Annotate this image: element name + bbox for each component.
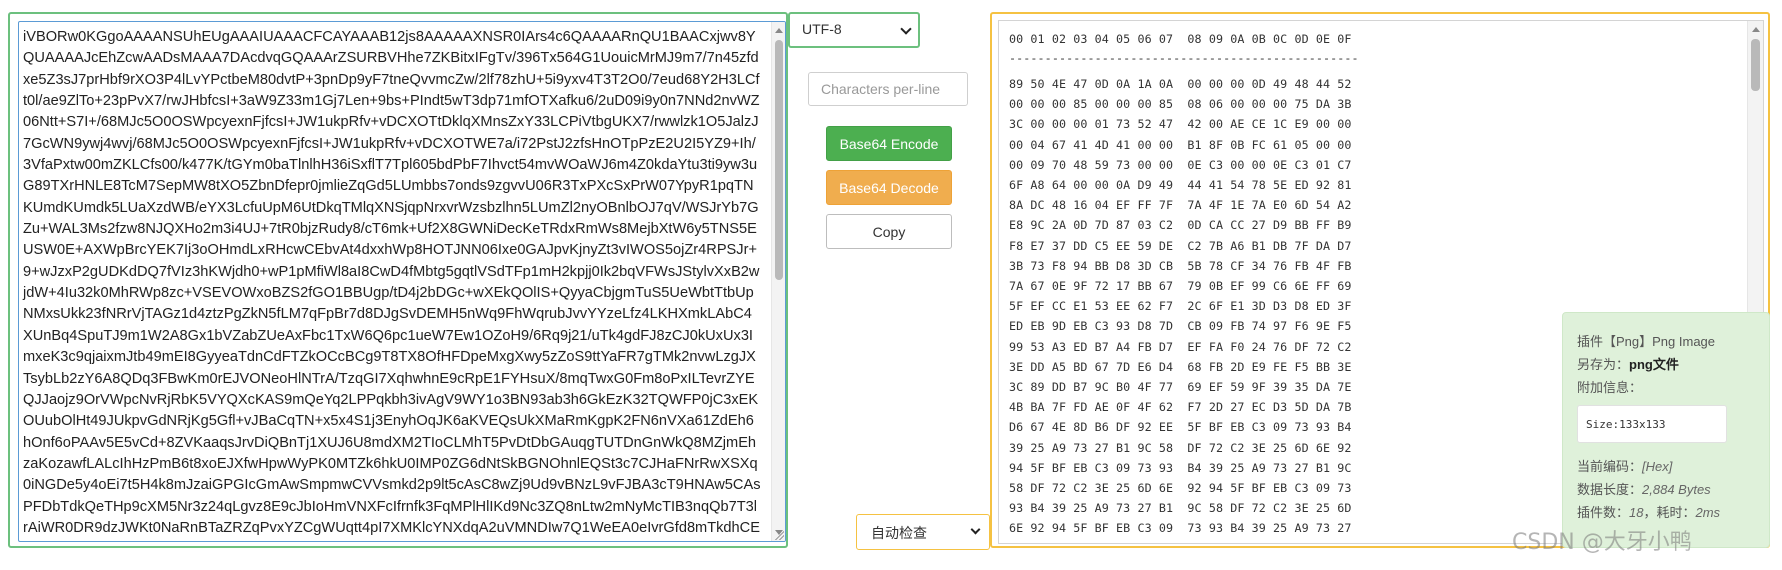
- save-as-line: 另存为：png文件: [1577, 354, 1679, 373]
- hex-row: 39 25 A9 73 27 B1 9C 58 DF 72 C2 3E 25 6…: [1009, 440, 1352, 455]
- extra-info-label: 附加信息：: [1577, 380, 1643, 395]
- encoding-label: 当前编码：: [1577, 459, 1643, 474]
- auto-detect-value: 自动检查: [871, 525, 927, 541]
- base64-decode-button[interactable]: Base64 Decode: [826, 170, 952, 205]
- length-label: 数据长度：: [1577, 482, 1643, 497]
- hex-row: 93 B4 39 25 A9 73 27 B1 9C 58 DF 72 C2 3…: [1009, 501, 1352, 516]
- time-label: ，耗时：: [1643, 505, 1696, 520]
- charset-select[interactable]: UTF-8: [788, 12, 920, 48]
- hex-row: 94 5F BF EB C3 09 73 93 B4 39 25 A9 73 2…: [1009, 460, 1352, 475]
- hex-row: 8A DC 48 16 04 EF FF 7F 7A 4F 1E 7A E0 6…: [1009, 198, 1352, 213]
- time-value: 2ms: [1695, 505, 1721, 520]
- hex-row: 3C 00 00 00 01 73 52 47 42 00 AE CE 1C E…: [1009, 117, 1352, 132]
- hex-row: 4B BA 7F FD AE 0F 4F 62 F7 2D 27 EC D3 5…: [1009, 400, 1352, 415]
- resize-grip-icon[interactable]: [774, 530, 784, 540]
- copy-button[interactable]: Copy: [826, 214, 952, 249]
- base64-text[interactable]: iVBORw0KGgoAAAANSUhEUgAAAIUAAACFCAYAAAB1…: [21, 27, 761, 537]
- hex-row: 58 DF 72 C2 3E 25 6D 6E 92 94 5F BF EB C…: [1009, 481, 1352, 495]
- base64-panel: iVBORw0KGgoAAAANSUhEUgAAAIUAAACFCAYAAAB1…: [8, 12, 788, 548]
- scroll-up-icon[interactable]: [1752, 27, 1760, 32]
- watermark: CSDN @大牙小鸭: [1512, 530, 1692, 555]
- scroll-thumb[interactable]: [775, 40, 783, 280]
- hex-row: 00 04 67 41 4D 41 00 00 B1 8F 0B FC 61 0…: [1009, 137, 1352, 152]
- scroll-up-icon[interactable]: [775, 28, 783, 33]
- plugins-label: 插件数：: [1577, 505, 1630, 520]
- size-box: Size:133x133: [1577, 405, 1727, 443]
- plugins-value: 18: [1629, 505, 1644, 520]
- length-value: 2,884 Bytes: [1642, 482, 1711, 497]
- plugins-line: 插件数：18，耗时：2ms: [1577, 502, 1720, 521]
- length-line: 数据长度：2,884 Bytes: [1577, 479, 1711, 498]
- hex-row: 3C 89 DD B7 9C B0 4F 77 69 EF 59 9F 39 3…: [1009, 380, 1352, 394]
- hex-row: ED EB 9D EB C3 93 D8 7D CB 09 FB 74 97 F…: [1009, 319, 1352, 334]
- file-info-panel: 插件【Png】Png Image 另存为：png文件 附加信息： Size:13…: [1562, 312, 1770, 548]
- base64-encode-button[interactable]: Base64 Encode: [826, 126, 952, 161]
- chevron-down-icon: [970, 524, 981, 535]
- hex-row: E8 9C 2A 0D 7D 87 03 C2 0D CA CC 27 D9 B…: [1009, 218, 1352, 233]
- hex-row: B1 9C 58 DF 72 C2 3E 25 6D 6E 92 94 5F B…: [1009, 542, 1352, 543]
- hex-row: 00 00 00 85 00 00 00 85 08 06 00 00 00 7…: [1009, 97, 1352, 112]
- hex-row: 7A 67 0E 9F 72 17 BB 67 79 0B EF 99 C6 6…: [1009, 279, 1352, 293]
- hex-row: 6F A8 64 00 00 0A D9 49 44 41 54 78 5E E…: [1009, 178, 1352, 192]
- hex-row: F8 E7 37 DD C5 EE 59 DE C2 7B A6 B1 DB 7…: [1009, 238, 1352, 253]
- textarea-scrollbar[interactable]: [771, 22, 785, 541]
- charset-value: UTF-8: [802, 21, 842, 37]
- auto-detect-select[interactable]: 自动检查: [856, 514, 990, 550]
- encoding-value: [Hex]: [1642, 459, 1673, 474]
- hex-row: 89 50 4E 47 0D 0A 1A 0A 00 00 00 0D 49 4…: [1009, 77, 1352, 91]
- save-as-label: 另存为：: [1577, 357, 1630, 372]
- hex-row: 6E 92 94 5F BF EB C3 09 73 93 B4 39 25 A…: [1009, 521, 1352, 536]
- hex-row: 3B 73 F8 94 BB D8 3D CB 5B 78 CF 34 76 F…: [1009, 258, 1352, 273]
- encoding-line: 当前编码：[Hex]: [1577, 456, 1672, 475]
- hex-row: D6 67 4E 8D B6 DF 92 EE 5F BF EB C3 09 7…: [1009, 420, 1352, 435]
- hex-row: 3E DD A5 BD 67 7D E6 D4 68 FB 2D E9 FE F…: [1009, 359, 1352, 374]
- hex-separator: ----------------------------------------…: [1009, 51, 1359, 65]
- chars-per-line-input[interactable]: Characters per-line: [808, 72, 968, 106]
- hex-row: 00 09 70 48 59 73 00 00 0E C3 00 00 0E C…: [1009, 157, 1352, 172]
- chevron-down-icon: [900, 23, 912, 35]
- save-as-link[interactable]: png文件: [1629, 357, 1679, 372]
- hex-row: 5F EF CC E1 53 EE 62 F7 2C 6F E1 3D D3 D…: [1009, 299, 1352, 314]
- plugin-info: 插件【Png】Png Image: [1577, 334, 1716, 349]
- base64-textarea[interactable]: iVBORw0KGgoAAAANSUhEUgAAAIUAAACFCAYAAAB1…: [18, 21, 786, 542]
- hex-column-header: 00 01 02 03 04 05 06 07 08 09 0A 0B 0C 0…: [1009, 32, 1352, 46]
- hex-row: 99 53 A3 ED B7 A4 FB D7 EF FA F0 24 76 D…: [1009, 339, 1352, 354]
- scroll-thumb[interactable]: [1751, 39, 1760, 91]
